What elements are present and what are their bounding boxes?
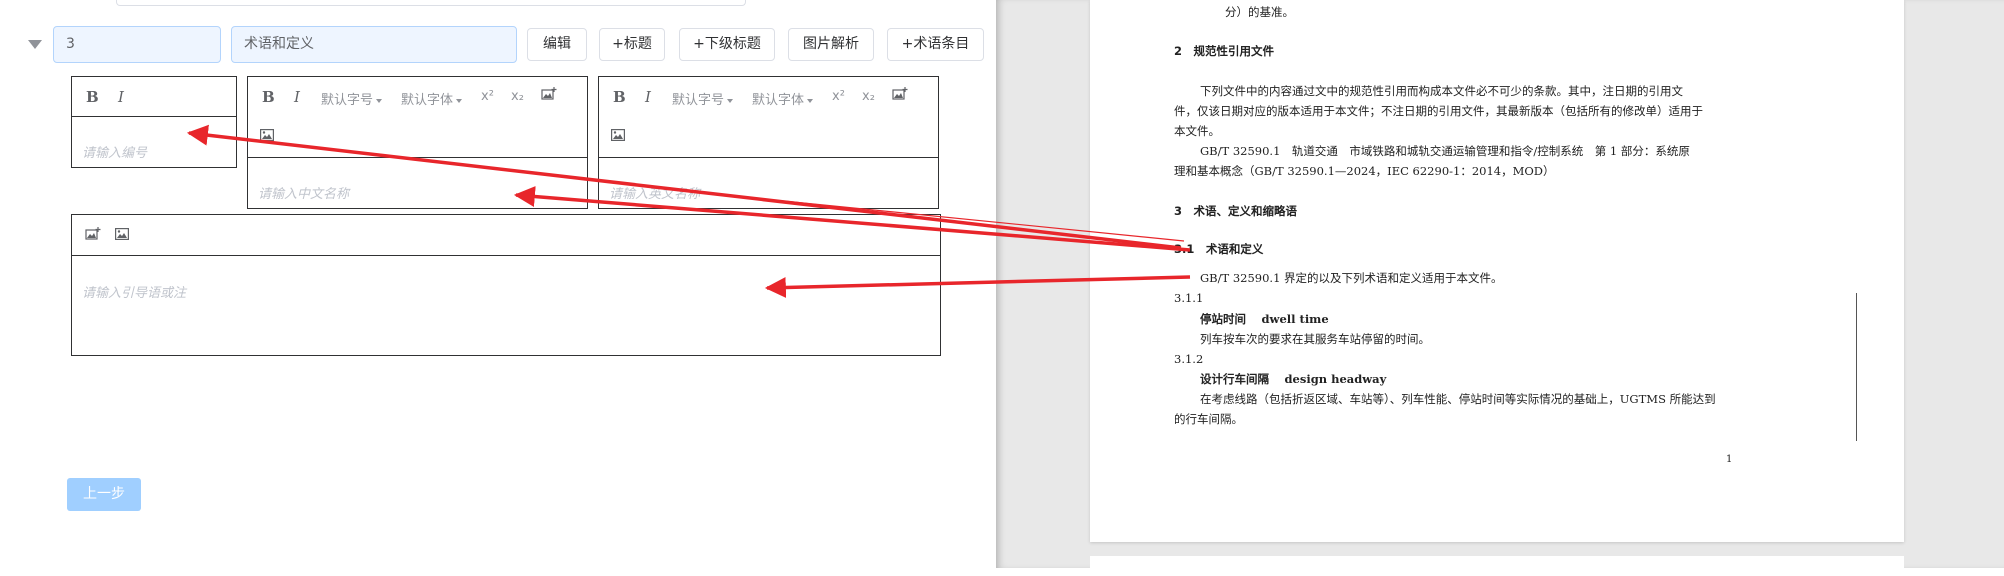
doc-line: 分）的基准。 [1225,5,1294,19]
term-number-editor: B I 请输入编号 [71,76,237,168]
superscript-button[interactable]: x² [481,89,494,104]
bold-button[interactable]: B [613,88,626,106]
note-editor: 请输入引导语或注 [71,214,941,356]
previous-step-button[interactable]: 上一步 [67,478,141,511]
image-icon[interactable] [115,228,130,244]
italic-button[interactable]: I [294,88,300,106]
editor-toolbar: B I 默认字号 默认字体 x² x₂ [599,77,938,158]
edit-button[interactable]: 编辑 [527,28,587,61]
doc-line: GB/T 32590.1 界定的以及下列术语和定义适用于本文件。 [1200,271,1503,285]
add-heading-button[interactable]: +标题 [599,28,665,61]
term-entry-form: 3 术语和定义 编辑 +标题 +下级标题 图片解析 +术语条目 B I 请输入编… [0,0,996,568]
doc-line: 件，仅该日期对应的版本适用于本文件；不注日期的引用文件，其最新版本（包括所有的修… [1174,104,1703,118]
doc-line: 在考虑线路（包括折返区域、车站等）、列车性能、停站时间等实际情况的基础上，UGT… [1200,392,1716,406]
font-family-select[interactable]: 默认字体 [401,89,462,108]
doc-line: 本文件。 [1174,124,1220,138]
doc-line: 3.1.2 [1174,352,1204,366]
image-icon[interactable] [260,129,275,145]
doc-line: 理和基本概念（GB/T 32590.1—2024，IEC 62290-1：201… [1174,164,1555,178]
chinese-name-input[interactable]: 请输入中文名称 [258,183,597,202]
doc-term: 停站时间 dwell time [1200,312,1329,326]
doc-line: GB/T 32590.1 轨道交通 市域铁路和城轨交通运输管理和指令/控制系统 … [1200,144,1690,158]
section-title-input[interactable]: 术语和定义 [231,26,517,63]
doc-line: 的行车间隔。 [1174,412,1243,426]
document-preview[interactable]: 分）的基准。 2 规范性引用文件 下列文件中的内容通过文中的规范性引用而构成本文… [996,0,2004,576]
editor-toolbar: B I 默认字号 默认字体 x² x₂ [248,77,587,158]
doc-line: 列车按车次的要求在其服务车站停留的时间。 [1200,332,1430,346]
page-number: 1 [1726,454,1733,465]
subscript-button[interactable]: x₂ [511,89,524,104]
subscript-button[interactable]: x₂ [862,89,875,104]
editor-toolbar: B I [72,77,236,117]
image-icon[interactable] [611,129,626,145]
bold-button[interactable]: B [86,88,99,106]
font-size-select[interactable]: 默认字号 [321,89,382,108]
caret-down-icon[interactable] [28,40,42,49]
doc-heading: 3 术语、定义和缩略语 [1174,204,1298,218]
superscript-button[interactable]: x² [832,89,845,104]
bold-button[interactable]: B [262,88,275,106]
italic-button[interactable]: I [645,88,651,106]
font-size-select[interactable]: 默认字号 [672,89,733,108]
add-subheading-button[interactable]: +下级标题 [679,28,775,61]
previous-field-edge [116,0,746,6]
english-name-input[interactable]: 请输入英文名称 [609,183,948,202]
doc-line: 下列文件中的内容通过文中的规范性引用而构成本文件必不可少的条款。其中，注日期的引… [1200,84,1683,98]
next-document-page [1090,556,1904,576]
change-bar [1856,293,1857,441]
image-insert-icon[interactable] [892,87,908,105]
document-page: 分）的基准。 2 规范性引用文件 下列文件中的内容通过文中的规范性引用而构成本文… [1090,0,1904,542]
image-parse-button[interactable]: 图片解析 [788,28,874,61]
note-input[interactable]: 请输入引导语或注 [82,282,186,301]
doc-line: 3.1.1 [1174,291,1204,305]
doc-term: 设计行车间隔 design headway [1200,372,1387,386]
term-number-input[interactable]: 请输入编号 [82,142,147,161]
image-insert-icon[interactable] [85,227,101,245]
doc-heading: 3.1 术语和定义 [1174,242,1264,256]
chinese-name-editor: B I 默认字号 默认字体 x² x₂ 请输入中文名称 [247,76,588,209]
image-insert-icon[interactable] [541,87,557,105]
editor-toolbar [72,215,940,256]
english-name-editor: B I 默认字号 默认字体 x² x₂ 请输入英文名称 [598,76,939,209]
doc-heading: 2 规范性引用文件 [1174,44,1275,58]
add-term-entry-button[interactable]: +术语条目 [887,28,984,61]
italic-button[interactable]: I [118,88,124,106]
section-number-input[interactable]: 3 [53,26,221,63]
font-family-select[interactable]: 默认字体 [752,89,813,108]
